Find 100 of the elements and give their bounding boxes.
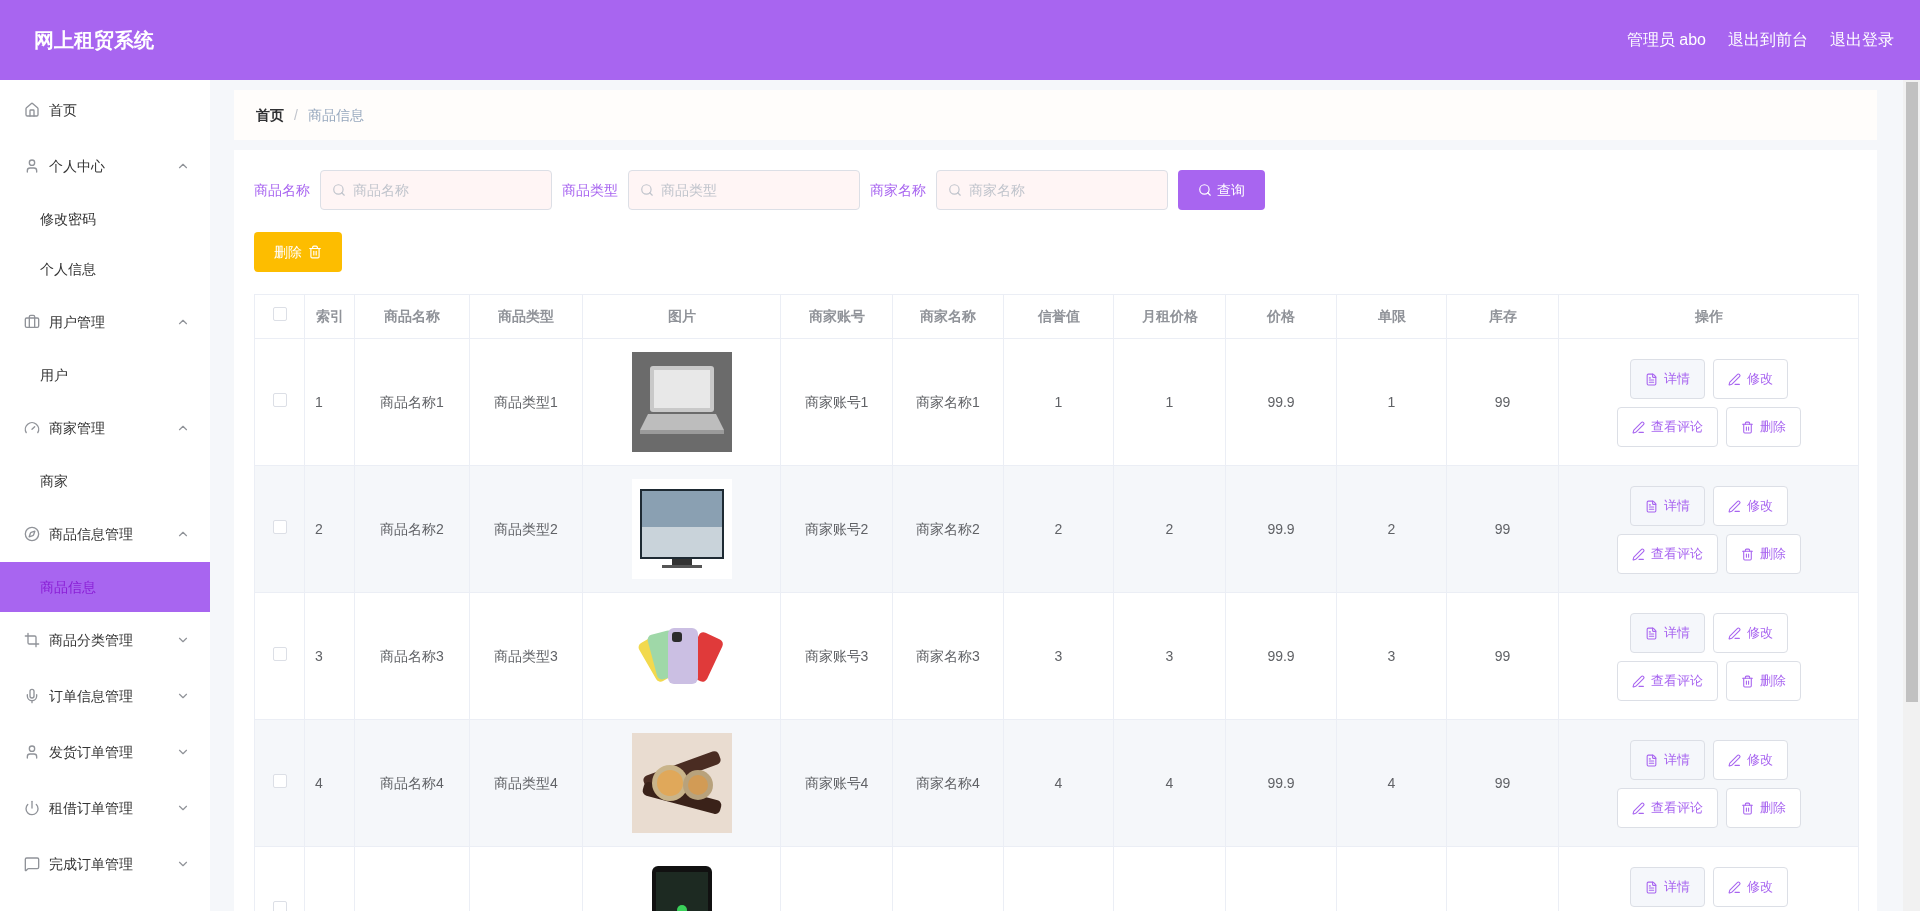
action-button[interactable]: 详情: [1629, 740, 1705, 780]
sidebar-item[interactable]: 租借订单管理: [0, 780, 210, 836]
action-button[interactable]: 修改: [1712, 613, 1788, 653]
column-header: 月租价格: [1113, 294, 1226, 339]
trash-icon: [1740, 801, 1754, 815]
sidebar-item[interactable]: 完成订单管理: [0, 836, 210, 892]
field-label: 商品类型: [562, 180, 618, 200]
checkbox[interactable]: [272, 900, 287, 911]
sidebar-item[interactable]: 发货订单管理: [0, 724, 210, 780]
table-cell: 商家账号3: [780, 592, 893, 720]
sidebar-item[interactable]: 商品分类管理: [0, 612, 210, 668]
table-cell: 商家名称1: [892, 338, 1004, 466]
action-button[interactable]: 删除: [1725, 534, 1801, 574]
gauge-icon: [24, 420, 40, 436]
table-cell: 2: [1113, 465, 1226, 593]
table-cell: 2: [1003, 465, 1114, 593]
table-cell: 商家账号4: [780, 719, 893, 847]
table-cell: 商品类型4: [469, 719, 583, 847]
table-cell: 4: [1113, 719, 1226, 847]
action-button[interactable]: 详情: [1629, 486, 1705, 526]
checkbox[interactable]: [272, 392, 287, 407]
search-field[interactable]: 商品类型: [628, 170, 860, 210]
breadcrumb-separator: /: [294, 105, 298, 125]
trash-icon: [1740, 674, 1754, 688]
checkbox[interactable]: [272, 519, 287, 534]
table-cell: 3: [1336, 592, 1447, 720]
sidebar-item[interactable]: 个人中心: [0, 138, 210, 194]
table-cell: 99: [1446, 338, 1559, 466]
checkbox[interactable]: [272, 646, 287, 661]
table-cell: 商品名称3: [354, 592, 470, 720]
table-cell: 2: [304, 465, 355, 593]
sidebar-item[interactable]: 用户管理: [0, 294, 210, 350]
action-button[interactable]: 修改: [1712, 359, 1788, 399]
breadcrumb-link[interactable]: 首页: [256, 104, 284, 126]
search-field[interactable]: 商品名称: [320, 170, 552, 210]
column-header: 商品名称: [354, 294, 470, 339]
checkbox[interactable]: [272, 307, 287, 321]
search-icon: [332, 183, 346, 197]
sidebar-item[interactable]: 首页: [0, 82, 210, 138]
column-header: 图片: [582, 294, 781, 339]
table-cell: 商品类型3: [469, 592, 583, 720]
table-cell: 99.9: [1225, 465, 1337, 593]
table-cell: 3: [304, 592, 355, 720]
action-button[interactable]: 查看评论: [1616, 534, 1718, 574]
pen-icon: [1727, 880, 1741, 894]
power-icon: [24, 800, 40, 816]
checkbox[interactable]: [272, 773, 287, 788]
action-button[interactable]: 删除: [1725, 788, 1801, 828]
pen-icon: [1631, 801, 1645, 815]
sidebar-item[interactable]: 商品信息管理: [0, 506, 210, 562]
crop-icon: [24, 632, 40, 648]
action-button[interactable]: 删除: [1725, 661, 1801, 701]
action-button[interactable]: 修改: [1712, 486, 1788, 526]
action-button[interactable]: 详情: [1629, 359, 1705, 399]
action-button[interactable]: 修改: [1712, 740, 1788, 780]
table-cell: 商品类型2: [469, 465, 583, 593]
action-button[interactable]: 详情: [1629, 867, 1705, 907]
sidebar-item[interactable]: 商家管理: [0, 400, 210, 456]
field-label: 商家名称: [870, 180, 926, 200]
action-button[interactable]: 删除: [1725, 407, 1801, 447]
pen-icon: [1631, 547, 1645, 561]
table-cell: 99: [1446, 592, 1559, 720]
pen-icon: [1631, 420, 1645, 434]
search-icon: [948, 183, 962, 197]
search-icon: [1198, 183, 1212, 197]
action-button[interactable]: 查看评论: [1616, 788, 1718, 828]
table-cell: 商家名称4: [892, 719, 1004, 847]
document-icon: [1644, 499, 1658, 513]
table-cell: 商品类型1: [469, 338, 583, 466]
column-header: 索引: [304, 294, 355, 339]
column-header: 操作: [1558, 294, 1859, 339]
sidebar-item[interactable]: 订单信息管理: [0, 668, 210, 724]
action-button[interactable]: 详情: [1629, 613, 1705, 653]
pen-icon: [1727, 372, 1741, 386]
table-cell: 3: [1003, 592, 1114, 720]
header-link[interactable]: 退出到前台: [1728, 28, 1808, 52]
app-title: 网上租贸系统: [34, 28, 154, 53]
action-button[interactable]: 修改: [1712, 867, 1788, 907]
table-cell: 4: [1003, 719, 1114, 847]
pen-icon: [1727, 626, 1741, 640]
document-icon: [1644, 626, 1658, 640]
table-cell: 3: [1113, 592, 1226, 720]
query-button[interactable]: 查询: [1178, 170, 1265, 210]
table-cell: 商家账号2: [780, 465, 893, 593]
table-cell: 1: [1336, 338, 1447, 466]
search-field[interactable]: 商家名称: [936, 170, 1168, 210]
table-cell: 99: [1446, 465, 1559, 593]
table-cell: 99.9: [1225, 592, 1337, 720]
document-icon: [1644, 880, 1658, 894]
action-button[interactable]: 查看评论: [1616, 661, 1718, 701]
column-header: 商品类型: [469, 294, 583, 339]
header-link[interactable]: 退出登录: [1830, 28, 1894, 52]
action-button[interactable]: 查看评论: [1616, 407, 1718, 447]
breadcrumb-link[interactable]: 商品信息: [307, 104, 364, 126]
user-icon: [24, 158, 40, 174]
table-cell: 1: [1003, 338, 1114, 466]
column-header: 价格: [1225, 294, 1337, 339]
pen-icon: [1631, 674, 1645, 688]
table-cell: 商家账号1: [780, 338, 893, 466]
header-link[interactable]: 管理员 abo: [1626, 28, 1706, 52]
